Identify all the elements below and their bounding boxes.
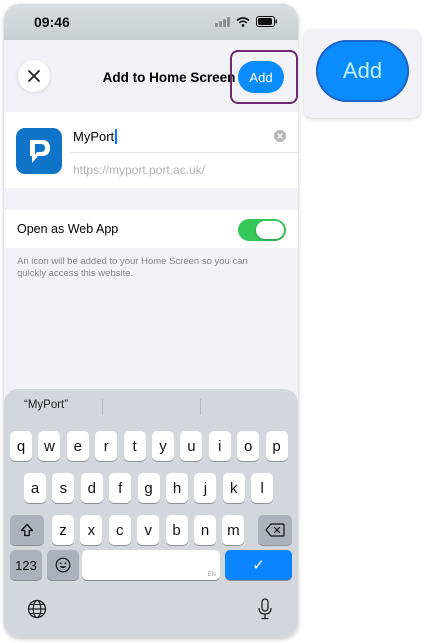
key-k[interactable]: k (222, 473, 245, 503)
myport-logo-icon (30, 140, 50, 163)
status-icons (215, 16, 278, 27)
key-x[interactable]: x (80, 515, 103, 545)
add-to-home-sheet: Add to Home Screen Add MyPort https://my… (4, 48, 298, 638)
microphone-icon (258, 598, 272, 620)
backspace-icon (265, 523, 285, 537)
space-key[interactable]: EN (82, 550, 220, 580)
key-i[interactable]: i (208, 431, 231, 461)
key-e[interactable]: e (66, 431, 89, 461)
suggestion-divider (102, 399, 103, 415)
web-app-toggle[interactable] (238, 219, 286, 241)
key-j[interactable]: j (194, 473, 217, 503)
emoji-key[interactable] (47, 550, 79, 580)
site-url: https://myport.port.ac.uk/ (73, 163, 206, 177)
key-s[interactable]: s (52, 473, 75, 503)
key-b[interactable]: b (165, 515, 188, 545)
globe-key[interactable] (26, 598, 48, 620)
key-y[interactable]: y (152, 431, 174, 461)
suggestion-bar: “MyPort” (4, 395, 298, 417)
suggestion-item[interactable]: “MyPort” (24, 399, 68, 411)
key-l[interactable]: l (251, 473, 274, 503)
key-z[interactable]: z (52, 515, 74, 545)
language-indicator: EN (207, 572, 216, 578)
text-cursor (115, 129, 117, 144)
status-time: 09:46 (34, 14, 70, 30)
delete-key[interactable] (258, 515, 292, 545)
key-g[interactable]: g (137, 473, 160, 503)
key-w[interactable]: w (38, 431, 61, 461)
zoom-callout: Add (304, 30, 420, 118)
key-o[interactable]: o (237, 431, 260, 461)
key-u[interactable]: u (180, 431, 203, 461)
sheet-nav-bar: Add to Home Screen Add (4, 48, 298, 110)
add-button[interactable]: Add (238, 61, 284, 93)
app-name-input[interactable]: MyPort (73, 129, 117, 144)
app-info-card: MyPort https://myport.port.ac.uk/ (4, 112, 298, 188)
keyboard: “MyPort” qwertyuiop asdfghjkl zxcvbnm 12… (4, 389, 298, 638)
key-r[interactable]: r (95, 431, 118, 461)
zoomed-add-button: Add (316, 40, 409, 102)
web-app-row: Open as Web App (4, 210, 298, 248)
key-v[interactable]: v (137, 515, 160, 545)
signal-icon (215, 16, 230, 27)
key-c[interactable]: c (108, 515, 131, 545)
key-n[interactable]: n (194, 515, 216, 545)
key-a[interactable]: a (24, 473, 46, 503)
status-bar: 09:46 (4, 4, 298, 40)
emoji-icon (55, 557, 71, 573)
key-q[interactable]: q (10, 431, 32, 461)
wifi-icon (236, 16, 250, 27)
key-f[interactable]: f (109, 473, 132, 503)
battery-icon (256, 16, 277, 27)
field-divider (70, 152, 298, 153)
key-t[interactable]: t (123, 431, 146, 461)
shift-key[interactable] (10, 515, 44, 545)
app-icon (16, 128, 62, 174)
clear-text-icon[interactable] (274, 130, 286, 142)
web-app-label: Open as Web App (17, 222, 119, 236)
suggestion-divider (200, 399, 201, 415)
return-key[interactable]: ✓ (225, 550, 292, 580)
key-d[interactable]: d (80, 473, 103, 503)
key-m[interactable]: m (222, 515, 245, 545)
key-h[interactable]: h (166, 473, 188, 503)
shift-icon (20, 523, 34, 537)
globe-icon (27, 599, 47, 619)
phone-screen: 09:46 Add to Home Screen Add MyPort http… (4, 4, 298, 638)
app-name-value: MyPort (73, 129, 115, 144)
numbers-key[interactable]: 123 (10, 550, 42, 580)
dictation-key[interactable] (254, 597, 276, 621)
key-p[interactable]: p (265, 431, 288, 461)
toggle-knob (256, 221, 284, 239)
web-app-footnote: An icon will be added to your Home Scree… (17, 256, 248, 279)
